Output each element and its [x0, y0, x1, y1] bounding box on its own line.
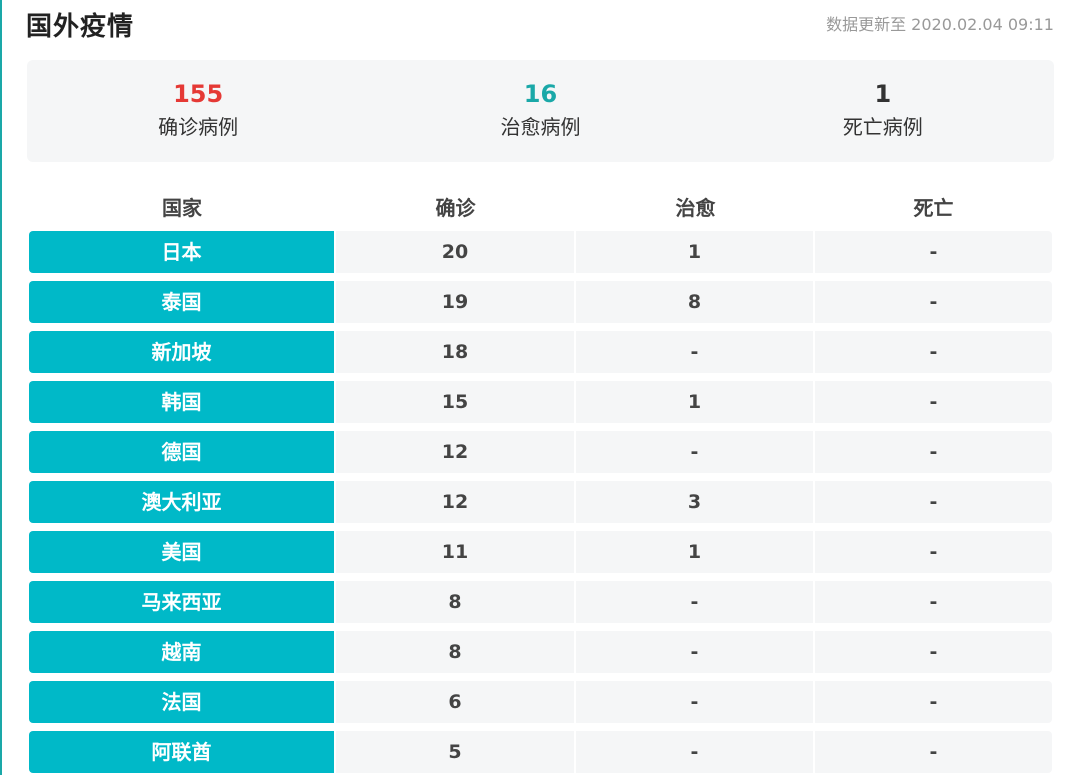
country-cell: 美国 [29, 531, 334, 573]
column-header-dead: 死亡 [913, 196, 954, 220]
cured-cell: - [576, 631, 813, 673]
table-row: 阿联酋 5 - - [29, 731, 1052, 773]
stat-cured-value: 16 [523, 80, 558, 108]
country-cell: 德国 [29, 431, 334, 473]
dead-cell: - [815, 631, 1052, 673]
cured-cell: - [576, 431, 813, 473]
table-row: 美国 11 1 - [29, 531, 1052, 573]
cured-cell: 1 [576, 531, 813, 573]
cured-cell: - [576, 331, 813, 373]
stat-confirmed: 155 确诊病例 [27, 60, 369, 162]
column-header-country: 国家 [162, 196, 202, 220]
page-title: 国外疫情 [26, 12, 135, 42]
country-cell: 法国 [29, 681, 334, 723]
header: 国外疫情 数据更新至 2020.02.04 09:11 [2, 0, 1069, 46]
confirmed-cell: 5 [336, 731, 574, 773]
confirmed-cell: 8 [336, 631, 574, 673]
confirmed-cell: 11 [336, 531, 574, 573]
dead-cell: - [815, 531, 1052, 573]
column-header-cured: 治愈 [675, 196, 716, 220]
confirmed-cell: 12 [336, 431, 574, 473]
table-row: 新加坡 18 - - [29, 331, 1052, 373]
dead-cell: - [815, 731, 1052, 773]
stat-confirmed-label: 确诊病例 [158, 115, 239, 139]
stat-dead-value: 1 [874, 80, 892, 108]
table-row: 法国 6 - - [29, 681, 1052, 723]
stat-dead: 1 死亡病例 [712, 60, 1054, 162]
dead-cell: - [815, 381, 1052, 423]
stat-confirmed-value: 155 [173, 80, 224, 108]
confirmed-cell: 15 [336, 381, 574, 423]
country-cell: 越南 [29, 631, 334, 673]
dead-cell: - [815, 231, 1052, 273]
confirmed-cell: 12 [336, 481, 574, 523]
cured-cell: 3 [576, 481, 813, 523]
cured-cell: - [576, 681, 813, 723]
dead-cell: - [815, 581, 1052, 623]
country-cell: 新加坡 [29, 331, 334, 373]
column-header-confirmed: 确诊 [435, 196, 476, 220]
page: 国外疫情 数据更新至 2020.02.04 09:11 155 确诊病例 16 … [0, 0, 1069, 775]
table-row: 马来西亚 8 - - [29, 581, 1052, 623]
stat-cured: 16 治愈病例 [369, 60, 711, 162]
table-body: 日本 20 1 - 泰国 19 8 - 新加坡 18 - - 韩国 15 1 -… [29, 231, 1052, 775]
dead-cell: - [815, 431, 1052, 473]
country-cell: 泰国 [29, 281, 334, 323]
country-cell: 韩国 [29, 381, 334, 423]
table-row: 泰国 19 8 - [29, 281, 1052, 323]
country-cell: 马来西亚 [29, 581, 334, 623]
table-row: 澳大利亚 12 3 - [29, 481, 1052, 523]
table-row: 日本 20 1 - [29, 231, 1052, 273]
country-cell: 澳大利亚 [29, 481, 334, 523]
country-cell: 阿联酋 [29, 731, 334, 773]
confirmed-cell: 18 [336, 331, 574, 373]
dead-cell: - [815, 331, 1052, 373]
update-timestamp: 数据更新至 2020.02.04 09:11 [826, 15, 1054, 34]
dead-cell: - [815, 281, 1052, 323]
table-header: 国家 确诊 治愈 死亡 [29, 193, 1052, 223]
summary-panel: 155 确诊病例 16 治愈病例 1 死亡病例 [27, 60, 1054, 162]
table-row: 德国 12 - - [29, 431, 1052, 473]
confirmed-cell: 6 [336, 681, 574, 723]
confirmed-cell: 8 [336, 581, 574, 623]
stat-cured-label: 治愈病例 [500, 115, 581, 139]
cured-cell: 1 [576, 231, 813, 273]
confirmed-cell: 20 [336, 231, 574, 273]
country-cell: 日本 [29, 231, 334, 273]
table-row: 韩国 15 1 - [29, 381, 1052, 423]
cured-cell: - [576, 731, 813, 773]
cured-cell: 1 [576, 381, 813, 423]
cured-cell: 8 [576, 281, 813, 323]
table-row: 越南 8 - - [29, 631, 1052, 673]
dead-cell: - [815, 481, 1052, 523]
stat-dead-label: 死亡病例 [842, 115, 923, 139]
dead-cell: - [815, 681, 1052, 723]
confirmed-cell: 19 [336, 281, 574, 323]
cured-cell: - [576, 581, 813, 623]
